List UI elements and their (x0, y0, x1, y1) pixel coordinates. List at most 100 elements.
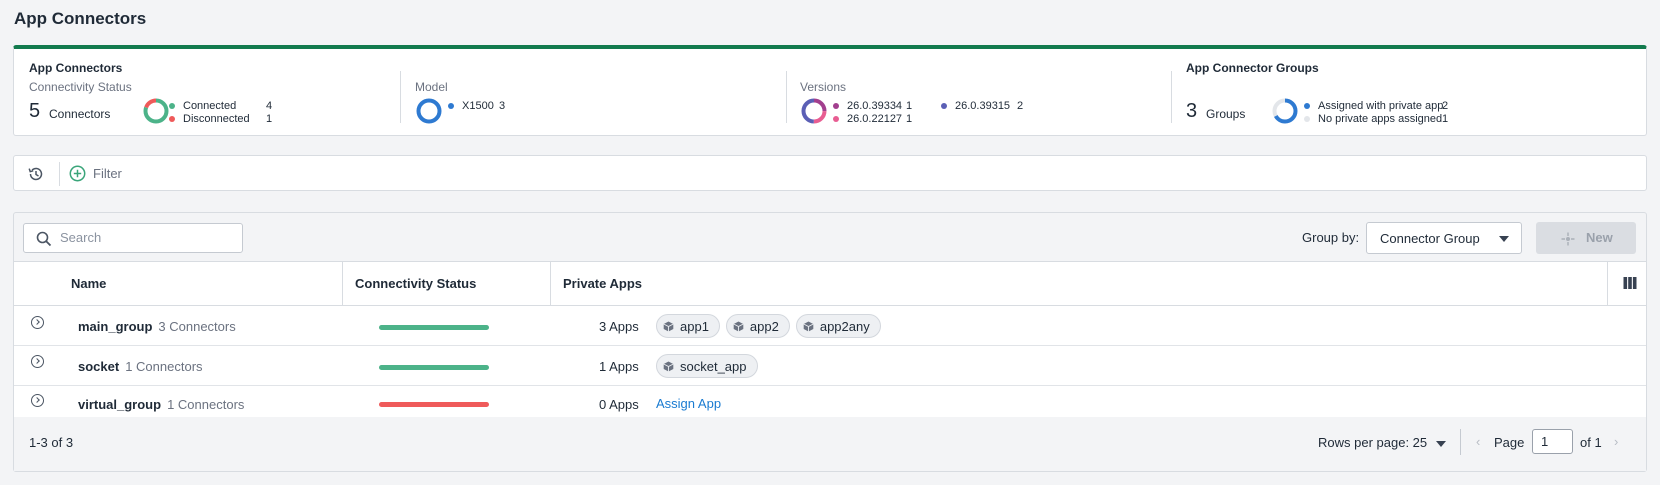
cube-icon (803, 321, 814, 331)
legend-model-x1500: X1500 (448, 100, 494, 112)
legend-connected: Connected (169, 100, 236, 112)
group-name[interactable]: socket 1 Connectors (78, 359, 203, 374)
expand-icon[interactable] (31, 316, 44, 329)
status-bar (379, 402, 489, 407)
app-chip-label: app1 (680, 318, 709, 334)
version-dot (941, 103, 947, 109)
cube-icon (663, 361, 674, 371)
filter-bar: Filter (13, 155, 1647, 191)
column-divider (550, 262, 551, 306)
version-3-count: 2 (1017, 100, 1024, 112)
app-chips: app1 app2 app2any (656, 314, 881, 338)
connectors-panel: Group by: Connector Group New Name Conne… (13, 212, 1647, 472)
groups-summary-title: App Connector Groups (1186, 61, 1319, 75)
group-by-value: Connector Group (1380, 231, 1480, 246)
expand-icon[interactable] (31, 355, 44, 368)
not-assigned-dot (1304, 116, 1310, 122)
table-header: Name Connectivity Status Private Apps (14, 262, 1646, 306)
connectors-unit: Connectors (49, 107, 111, 121)
model-dot (448, 103, 454, 109)
page-title: App Connectors (14, 9, 147, 28)
legend-not-assigned: No private apps assigned (1304, 113, 1442, 125)
versions-donut-chart (801, 98, 827, 124)
results-range: 1-3 of 3 (29, 435, 74, 450)
column-connectivity-status[interactable]: Connectivity Status (355, 276, 476, 291)
chevron-left-icon[interactable]: ‹ (1476, 434, 1480, 449)
connectors-summary-title: App Connectors (29, 61, 123, 75)
not-assigned-count: 1 (1442, 113, 1449, 125)
legend-version-3: 26.0.39315 (941, 100, 1010, 112)
columns-icon[interactable] (1623, 276, 1637, 290)
app-chip[interactable]: app2any (795, 314, 881, 338)
assign-app-link[interactable]: Assign App (656, 396, 721, 411)
groups-unit: Groups (1206, 107, 1246, 121)
new-button[interactable]: New (1536, 222, 1636, 254)
summary-divider (400, 71, 401, 123)
status-bar (379, 365, 489, 370)
app-chip-label: app2 (749, 318, 779, 334)
group-by-select[interactable]: Connector Group (1366, 222, 1522, 254)
app-chip[interactable]: app1 (656, 314, 720, 338)
model-count: 3 (499, 100, 506, 112)
table-row[interactable]: main_group 3 Connectors 3 Apps app1 app2 … (14, 306, 1646, 346)
app-chip-label: app2any (819, 318, 870, 334)
group-name[interactable]: virtual_group 1 Connectors (78, 397, 244, 412)
search-icon (36, 231, 52, 247)
legend-version-2: 26.0.22127 (833, 113, 902, 125)
apps-count: 0 Apps (599, 397, 639, 412)
filter-divider (59, 162, 60, 186)
column-divider (1607, 262, 1608, 306)
groups-summary: App Connector Groups 3 Groups Assigned w… (1186, 49, 1646, 135)
assigned-dot (1304, 103, 1310, 109)
chevron-down-icon (1499, 236, 1509, 242)
disconnected-count: 1 (266, 113, 273, 125)
app-chip-label: socket_app (680, 358, 747, 374)
column-divider (342, 262, 343, 306)
version-dot (833, 103, 839, 109)
connectors-count: 5 (29, 100, 41, 122)
groups-count: 3 (1186, 100, 1198, 122)
group-name-text: socket (78, 359, 120, 374)
page-input[interactable] (1532, 429, 1573, 454)
connected-dot (169, 103, 175, 109)
connector-count: 1 Connectors (125, 359, 203, 374)
add-filter-icon[interactable] (69, 165, 86, 182)
version-2-count: 1 (906, 113, 913, 125)
connector-count: 3 Connectors (158, 319, 236, 334)
version-1-count: 1 (906, 100, 913, 112)
versions-label: Versions (800, 80, 847, 94)
app-chip[interactable]: app2 (725, 314, 790, 338)
search-box (23, 223, 243, 253)
model-donut-chart (416, 98, 442, 124)
table-footer: 1-3 of 3 Rows per page: 25 ‹ Page of 1 › (14, 417, 1646, 471)
cube-icon (663, 321, 674, 331)
connectivity-status-label: Connectivity Status (29, 80, 132, 94)
cube-icon (733, 321, 744, 331)
assigned-count: 2 (1442, 100, 1449, 112)
column-private-apps[interactable]: Private Apps (563, 276, 642, 291)
version-dot (833, 116, 839, 122)
app-chip[interactable]: socket_app (656, 354, 758, 378)
model-summary: Model X1500 3 (415, 49, 800, 135)
summary-card: App Connectors Connectivity Status 5 Con… (13, 45, 1647, 136)
history-icon[interactable] (26, 164, 46, 184)
search-input[interactable] (60, 230, 235, 245)
rows-per-page[interactable]: Rows per page: 25 (1318, 435, 1427, 450)
connectivity-donut-chart (143, 98, 169, 124)
chevron-down-icon[interactable] (1436, 441, 1446, 447)
disconnected-dot (169, 116, 175, 122)
connectors-summary: App Connectors Connectivity Status 5 Con… (14, 49, 414, 135)
groups-donut-chart (1272, 98, 1298, 124)
footer-divider (1460, 429, 1461, 455)
summary-divider (786, 71, 787, 123)
filter-label[interactable]: Filter (93, 166, 122, 181)
expand-icon[interactable] (31, 394, 44, 407)
status-bar (379, 325, 489, 330)
group-name-text: main_group (78, 319, 153, 334)
column-name[interactable]: Name (71, 276, 106, 291)
table-row[interactable]: socket 1 Connectors 1 Apps socket_app (14, 346, 1646, 386)
legend-assigned: Assigned with private app (1304, 100, 1443, 112)
connected-count: 4 (266, 100, 273, 112)
chevron-right-icon[interactable]: › (1614, 434, 1618, 449)
group-name[interactable]: main_group 3 Connectors (78, 319, 236, 334)
